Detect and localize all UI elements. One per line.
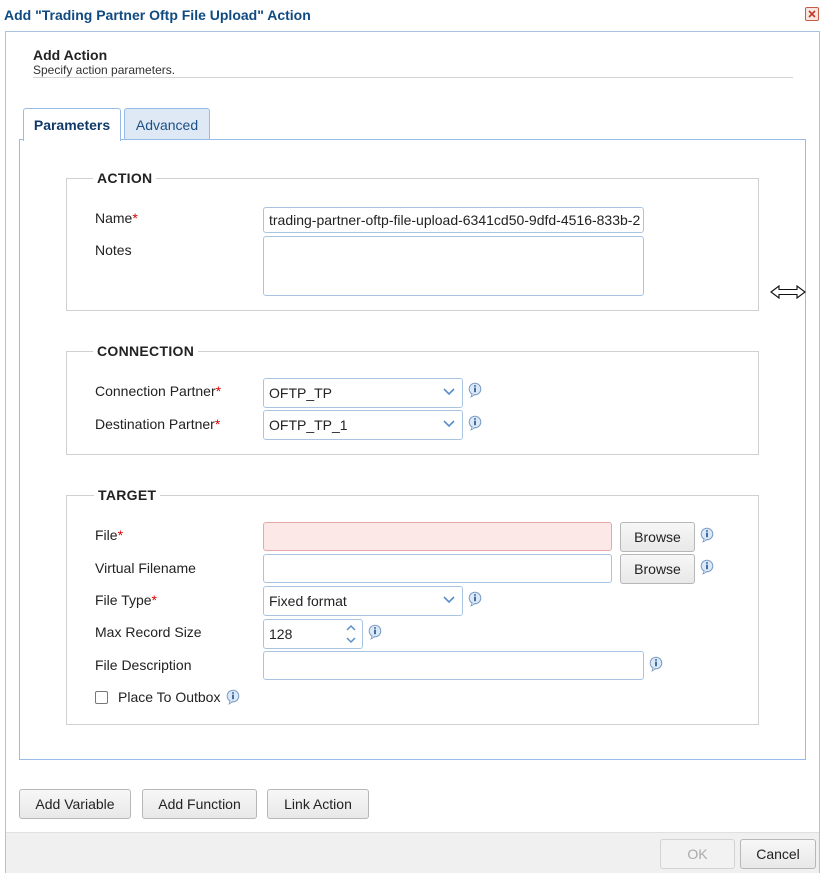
resize-handle-icon[interactable]: [770, 284, 806, 303]
destination-partner-label: Destination Partner*: [95, 416, 221, 432]
notes-label: Notes: [95, 242, 132, 258]
header-divider: [33, 77, 793, 78]
dialog-title: Add "Trading Partner Oftp File Upload" A…: [4, 7, 311, 23]
target-legend: TARGET: [94, 487, 161, 503]
link-action-button[interactable]: Link Action: [267, 789, 369, 819]
cancel-button[interactable]: Cancel: [740, 839, 816, 869]
header-title: Add Action: [33, 47, 108, 63]
chevron-down-icon[interactable]: [442, 419, 456, 429]
info-icon[interactable]: [700, 527, 714, 543]
connection-legend: CONNECTION: [93, 343, 199, 359]
file-type-value: Fixed format: [269, 593, 347, 609]
max-record-size-value: 128: [269, 626, 293, 642]
name-label: Name*: [95, 210, 138, 226]
browse-file-button[interactable]: Browse: [620, 522, 695, 552]
connection-partner-select[interactable]: OFTP_TP: [263, 378, 463, 408]
connection-partner-value: OFTP_TP: [269, 385, 333, 401]
file-description-label: File Description: [95, 657, 192, 673]
place-to-outbox-checkbox[interactable]: [95, 691, 108, 704]
action-legend: ACTION: [93, 170, 157, 186]
file-type-select[interactable]: Fixed format: [263, 586, 463, 616]
add-function-button[interactable]: Add Function: [142, 789, 257, 819]
dialog-titlebar: Add "Trading Partner Oftp File Upload" A…: [0, 0, 826, 30]
tab-advanced[interactable]: Advanced: [124, 108, 210, 140]
add-variable-button[interactable]: Add Variable: [19, 789, 131, 819]
info-icon[interactable]: [226, 689, 240, 705]
info-icon[interactable]: [700, 559, 714, 575]
chevron-down-icon[interactable]: [442, 387, 456, 397]
file-type-label: File Type*: [95, 592, 157, 608]
ok-button[interactable]: OK: [660, 839, 735, 869]
file-input[interactable]: [263, 522, 612, 551]
info-icon[interactable]: [368, 624, 382, 640]
virtual-filename-label: Virtual Filename: [95, 560, 196, 576]
info-icon[interactable]: [468, 382, 482, 398]
notes-textarea[interactable]: [263, 236, 644, 296]
info-icon[interactable]: [649, 656, 663, 672]
file-description-input[interactable]: [263, 651, 644, 680]
close-icon[interactable]: [805, 7, 819, 21]
chevron-up-icon[interactable]: [344, 622, 358, 634]
connection-partner-label: Connection Partner*: [95, 383, 222, 399]
virtual-filename-input[interactable]: [263, 554, 612, 583]
chevron-down-icon[interactable]: [442, 595, 456, 605]
destination-partner-select[interactable]: OFTP_TP_1: [263, 410, 463, 440]
info-icon[interactable]: [468, 591, 482, 607]
name-input[interactable]: trading-partner-oftp-file-upload-6341cd5…: [263, 207, 644, 233]
browse-virtual-button[interactable]: Browse: [620, 554, 695, 584]
header-subtitle: Specify action parameters.: [33, 63, 176, 77]
chevron-down-icon[interactable]: [344, 634, 358, 646]
file-label: File*: [95, 527, 124, 543]
place-to-outbox-label[interactable]: Place To Outbox: [118, 689, 220, 705]
tab-parameters[interactable]: Parameters: [23, 108, 121, 141]
max-record-size-stepper[interactable]: 128: [263, 619, 363, 649]
info-icon[interactable]: [468, 415, 482, 431]
destination-partner-value: OFTP_TP_1: [269, 417, 348, 433]
max-record-size-label: Max Record Size: [95, 624, 202, 640]
